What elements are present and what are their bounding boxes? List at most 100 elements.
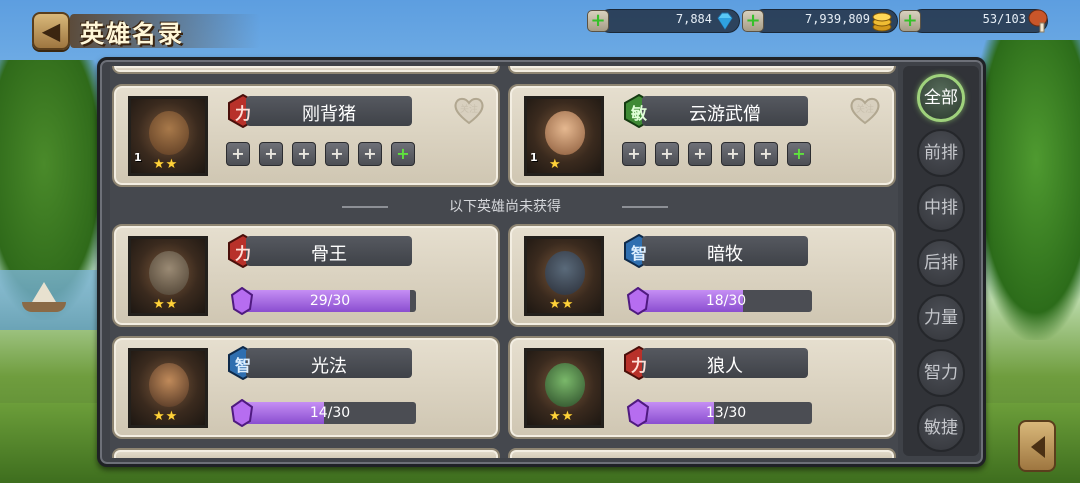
hero-name-bar: 刚背猪: [246, 96, 412, 126]
soul-stone-icon: [230, 399, 254, 427]
tab-all[interactable]: 全部: [917, 74, 965, 122]
hero-level: 1: [530, 151, 538, 164]
hero-stars: ★ ★: [153, 409, 178, 424]
hero-stars: ★ ★: [549, 297, 574, 312]
collapse-left-icon: [1031, 436, 1045, 458]
hero-stars: ★ ★: [549, 409, 574, 424]
page-title: 英雄名录: [80, 20, 184, 48]
follow-label: 关注: [855, 105, 874, 115]
equip-slot[interactable]: +: [655, 142, 679, 166]
wandering-monk-icon: [545, 111, 585, 155]
equip-slot[interactable]: +: [358, 142, 382, 166]
equip-slot[interactable]: +: [292, 142, 316, 166]
class-label: 力: [630, 356, 647, 375]
soul-stone-icon: [230, 287, 254, 315]
stamina-value: 53/103: [982, 12, 1026, 26]
light-mage-icon: [149, 363, 189, 407]
hero-card-partial-bottom-right: [508, 448, 896, 458]
tree-right: [970, 40, 1080, 340]
follow-button[interactable]: 关注: [452, 94, 486, 126]
hero-stars: ★ ★: [153, 157, 178, 172]
hero-portrait: 1 ★ ★: [128, 96, 208, 176]
hero-name-bar: 云游武僧: [642, 96, 808, 126]
hero-stars: ★: [549, 157, 561, 172]
hero-card-partial-bottom-left: [112, 448, 500, 458]
werewolf-icon: [545, 363, 585, 407]
shadow-priest-icon: [545, 251, 585, 295]
class-label: 力: [234, 104, 251, 123]
tab-front-row[interactable]: 前排: [917, 129, 965, 177]
add-gold-button[interactable]: +: [742, 10, 764, 32]
hero-card-unowned[interactable]: ★ ★ 狼人 力 13/30: [508, 336, 896, 439]
equip-slot-available[interactable]: +: [391, 142, 415, 166]
add-diamonds-button[interactable]: +: [587, 10, 609, 32]
boar-warrior-icon: [149, 111, 189, 155]
shard-progress-bar: 18/30: [640, 290, 812, 312]
shard-count: 13/30: [705, 405, 747, 421]
soul-stone-icon: [626, 399, 650, 427]
filter-tabs: 全部 前排 中排 后排 力量 智力 敏捷: [903, 66, 979, 456]
equip-slot[interactable]: +: [622, 142, 646, 166]
hero-card-owned[interactable]: 1 ★ 云游武僧 敏 关注 + + + + + +: [508, 84, 896, 187]
tab-agility[interactable]: 敏捷: [917, 404, 965, 452]
tab-intelligence[interactable]: 智力: [917, 349, 965, 397]
hero-level: 1: [134, 151, 142, 164]
hero-name-bar: 狼人: [642, 348, 808, 378]
equipment-slots: + + + + + +: [226, 142, 415, 166]
tab-middle-row[interactable]: 中排: [917, 184, 965, 232]
hero-portrait: ★ ★: [524, 236, 604, 316]
hero-card-partial-top-right: [508, 66, 896, 74]
bone-king-icon: [149, 251, 189, 295]
add-stamina-button[interactable]: +: [899, 10, 921, 32]
back-button[interactable]: ◀: [32, 12, 70, 50]
hero-name: 暗牧: [707, 244, 743, 265]
equip-slot[interactable]: +: [226, 142, 250, 166]
equip-slot-available[interactable]: +: [787, 142, 811, 166]
equipment-slots: + + + + + +: [622, 142, 811, 166]
follow-label: 关注: [459, 105, 478, 115]
hero-card-unowned[interactable]: ★ ★ 骨王 力 29/30: [112, 224, 500, 327]
hero-portrait: ★ ★: [524, 348, 604, 428]
equip-slot[interactable]: +: [325, 142, 349, 166]
hero-portrait: ★ ★: [128, 236, 208, 316]
diamond-icon: [717, 12, 733, 30]
hero-name-bar: 暗牧: [642, 236, 808, 266]
class-label: 力: [234, 244, 251, 263]
hero-name: 狼人: [707, 356, 743, 377]
hero-name: 骨王: [311, 244, 347, 265]
class-label: 敏: [630, 104, 647, 123]
class-label: 智: [630, 244, 647, 263]
shard-progress-bar: 29/30: [244, 290, 416, 312]
hero-card-unowned[interactable]: ★ ★ 暗牧 智 18/30: [508, 224, 896, 327]
meat-drumstick-icon: [1028, 9, 1048, 33]
tab-back-row[interactable]: 后排: [917, 239, 965, 287]
tab-strength[interactable]: 力量: [917, 294, 965, 342]
shard-count: 14/30: [309, 405, 351, 421]
equip-slot[interactable]: +: [721, 142, 745, 166]
hero-portrait: ★ ★: [128, 348, 208, 428]
hero-list-scroll[interactable]: 1 ★ ★ 刚背猪 力 关注 + + + + + + 1 ★ 云游武僧 敏 关注…: [110, 66, 898, 458]
gold-coin-icon: [872, 12, 892, 32]
hero-name: 云游武僧: [689, 104, 761, 125]
hero-name-bar: 骨王: [246, 236, 412, 266]
hero-card-owned[interactable]: 1 ★ ★ 刚背猪 力 关注 + + + + + +: [112, 84, 500, 187]
unowned-divider: 以下英雄尚未获得: [342, 196, 668, 216]
hero-portrait: 1 ★: [524, 96, 604, 176]
shard-progress-bar: 14/30: [244, 402, 416, 424]
equip-slot[interactable]: +: [754, 142, 778, 166]
diamond-value: 7,884: [675, 12, 712, 26]
collapse-panel-button[interactable]: [1018, 420, 1056, 472]
soul-stone-icon: [626, 287, 650, 315]
unowned-divider-label: 以下英雄尚未获得: [449, 199, 561, 215]
hero-card-unowned[interactable]: ★ ★ 光法 智 14/30: [112, 336, 500, 439]
equip-slot[interactable]: +: [688, 142, 712, 166]
hero-name: 刚背猪: [302, 104, 356, 125]
divider-ornament-right: [622, 206, 668, 208]
follow-button[interactable]: 关注: [848, 94, 882, 126]
ship-icon: [22, 282, 66, 312]
gold-value: 7,939,809: [804, 12, 870, 26]
class-label: 智: [234, 356, 251, 375]
hero-card-partial-top-left: [112, 66, 500, 74]
shard-count: 29/30: [309, 293, 351, 309]
equip-slot[interactable]: +: [259, 142, 283, 166]
